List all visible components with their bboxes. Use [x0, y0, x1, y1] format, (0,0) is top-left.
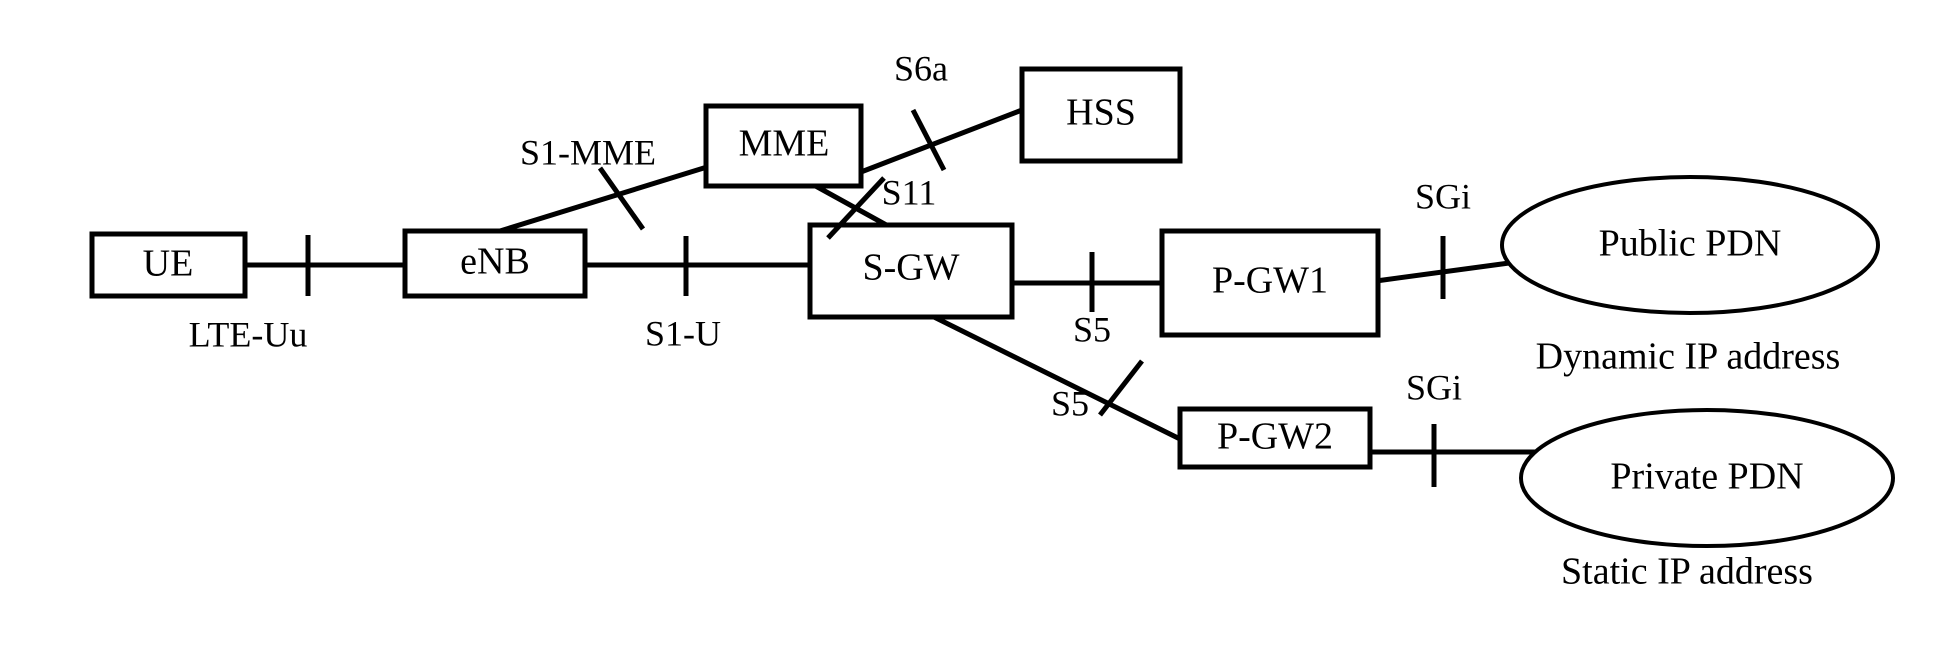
hss-label: HSS — [1066, 92, 1136, 134]
link-pgw1-public-pdn — [1375, 258, 1525, 284]
enb-label: eNB — [460, 241, 530, 283]
node-private-pdn[interactable]: Private PDN — [1519, 408, 1895, 548]
node-enb[interactable]: eNB — [402, 228, 588, 299]
sgw-label: S-GW — [862, 247, 959, 289]
network-architecture-diagram: UE eNB MME HSS S-GW P-GW1 P-GW2 Public P… — [0, 0, 1951, 649]
interface-label-s6a: S6a — [894, 48, 948, 88]
interface-label-s5-bottom: S5 — [1051, 383, 1089, 423]
node-mme[interactable]: MME — [703, 103, 864, 189]
interface-label-sgi-bottom: SGi — [1406, 367, 1462, 407]
private-pdn-label: Private PDN — [1610, 456, 1803, 498]
node-sgw[interactable]: S-GW — [807, 222, 1015, 320]
node-pgw1[interactable]: P-GW1 — [1159, 228, 1381, 338]
interface-label-lte-uu: LTE-Uu — [189, 314, 308, 354]
pgw2-label: P-GW2 — [1217, 416, 1333, 458]
node-hss[interactable]: HSS — [1019, 66, 1183, 164]
interface-label-s1-u: S1-U — [645, 313, 721, 353]
pgw1-label: P-GW1 — [1212, 260, 1328, 302]
interface-label-sgi-top: SGi — [1415, 176, 1471, 216]
interface-label-s11: S11 — [882, 172, 937, 212]
node-public-pdn[interactable]: Public PDN — [1500, 175, 1880, 315]
diagram-canvas: UE eNB MME HSS S-GW P-GW1 P-GW2 Public P… — [89, 48, 1895, 593]
tick-s5-bottom — [1098, 359, 1144, 417]
node-ue[interactable]: UE — [89, 231, 248, 299]
mme-label: MME — [739, 123, 830, 165]
interface-label-s5-top: S5 — [1073, 309, 1111, 349]
public-pdn-label: Public PDN — [1599, 223, 1782, 265]
caption-static-ip-address: Static IP address — [1561, 551, 1813, 593]
caption-dynamic-ip-address: Dynamic IP address — [1536, 336, 1841, 378]
node-layer: UE eNB MME HSS S-GW P-GW1 P-GW2 Public P… — [89, 66, 1895, 548]
link-mme-sgw — [810, 181, 892, 230]
ue-label: UE — [143, 243, 194, 285]
node-pgw2[interactable]: P-GW2 — [1177, 406, 1373, 470]
interface-label-s1-mme: S1-MME — [520, 132, 656, 172]
